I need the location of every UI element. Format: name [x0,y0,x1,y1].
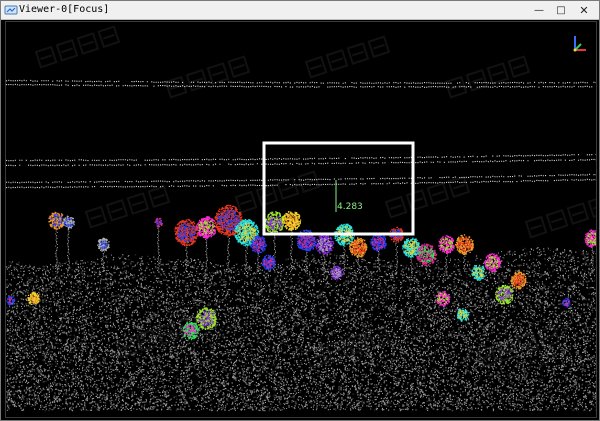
power-lines [6,79,596,189]
ground-points [6,247,596,412]
measurement-value: 4.283 [337,202,363,212]
viewer-app-icon [4,5,18,15]
window-title: Viewer-0[Focus] [19,4,110,15]
maximize-button[interactable]: □ [550,1,572,19]
minimize-button[interactable]: — [528,1,550,19]
close-button[interactable]: ✕ [573,1,595,19]
xyz-axis-icon [573,36,586,52]
title-bar[interactable]: Viewer-0[Focus] — □ ✕ [1,1,599,20]
viewer-window: Viewer-0[Focus] — □ ✕ 4.283 [0,0,600,421]
point-cloud-viewport[interactable]: 4.283 [5,21,597,418]
point-cloud-canvas[interactable]: 4.283 [6,22,596,417]
